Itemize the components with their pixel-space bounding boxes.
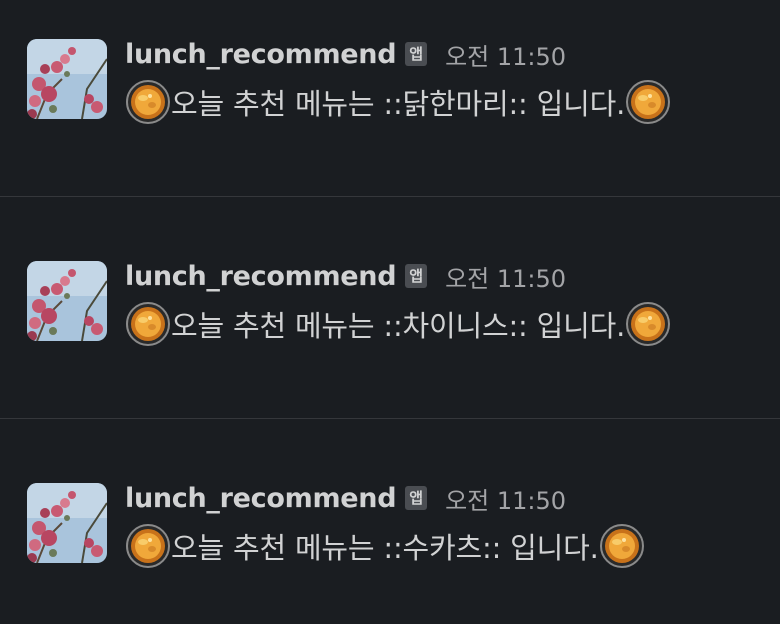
message-body: 오늘 추천 메뉴는 ::닭한마리:: 입니다.: [125, 77, 671, 127]
message-header: lunch_recommend 앱 오전 11:50: [125, 481, 566, 515]
message-feed: lunch_recommend 앱 오전 11:50 오늘 추천 메뉴는 ::닭…: [0, 0, 780, 624]
timestamp[interactable]: 오전 11:50: [445, 259, 566, 294]
hotpot-emoji-icon: [625, 301, 671, 347]
message-text: 오늘 추천 메뉴는 ::닭한마리:: 입니다.: [171, 87, 626, 121]
sender-name[interactable]: lunch_recommend: [125, 483, 397, 514]
message-body: 오늘 추천 메뉴는 ::차이니스:: 입니다.: [125, 299, 671, 349]
message-text: 오늘 추천 메뉴는 ::수카츠:: 입니다.: [171, 531, 599, 565]
divider: [0, 196, 780, 197]
sender-name[interactable]: lunch_recommend: [125, 39, 397, 70]
app-badge: 앱: [405, 486, 428, 510]
hotpot-emoji-icon: [599, 523, 645, 569]
message: lunch_recommend 앱 오전 11:50 오늘 추천 메뉴는 ::닭…: [0, 37, 780, 137]
hotpot-emoji-icon: [125, 523, 171, 569]
hotpot-emoji-icon: [625, 79, 671, 125]
timestamp[interactable]: 오전 11:50: [445, 37, 566, 72]
app-badge: 앱: [405, 42, 428, 66]
message-header: lunch_recommend 앱 오전 11:50: [125, 259, 566, 293]
hotpot-emoji-icon: [125, 301, 171, 347]
message: lunch_recommend 앱 오전 11:50 오늘 추천 메뉴는 ::수…: [0, 481, 780, 581]
avatar[interactable]: [27, 39, 107, 119]
timestamp[interactable]: 오전 11:50: [445, 481, 566, 516]
avatar[interactable]: [27, 483, 107, 563]
message-text: 오늘 추천 메뉴는 ::차이니스:: 입니다.: [171, 309, 626, 343]
message: lunch_recommend 앱 오전 11:50 오늘 추천 메뉴는 ::차…: [0, 259, 780, 359]
message-header: lunch_recommend 앱 오전 11:50: [125, 37, 566, 71]
divider: [0, 418, 780, 419]
hotpot-emoji-icon: [125, 79, 171, 125]
app-badge: 앱: [405, 264, 428, 288]
sender-name[interactable]: lunch_recommend: [125, 261, 397, 292]
message-body: 오늘 추천 메뉴는 ::수카츠:: 입니다.: [125, 521, 645, 571]
avatar[interactable]: [27, 261, 107, 341]
